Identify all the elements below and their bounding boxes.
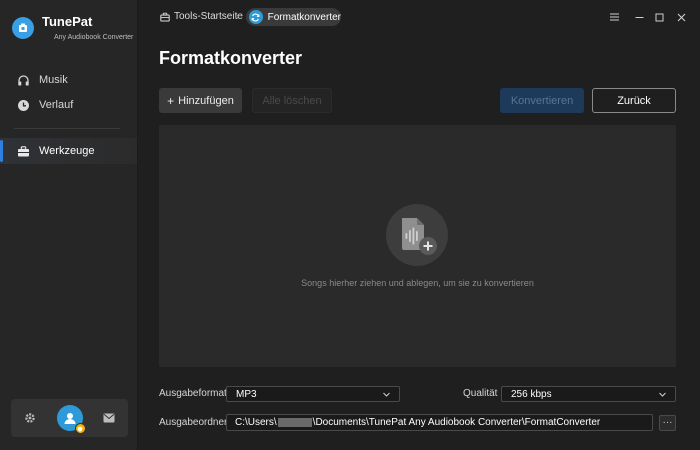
breadcrumb-current: Formatkonverter [246,8,341,26]
output-folder-label: Ausgabeordner [159,417,228,428]
title-bar: Tools-Startseite › Formatkonverter [138,0,700,34]
back-button[interactable]: Zurück [592,88,676,113]
add-button-label: Hinzufügen [178,94,234,107]
chevron-right-icon: › [236,11,240,22]
sidebar-item-werkzeuge[interactable]: Werkzeuge [0,138,137,164]
clock-icon [17,99,30,112]
mail-icon[interactable] [103,413,115,423]
app-name: TunePat [42,14,93,29]
sidebar-item-verlauf[interactable]: Verlauf [0,92,137,118]
output-format-select[interactable]: MP3 [226,386,400,402]
tunepat-logo-icon [12,17,34,39]
output-folder-prefix: C:\Users\ [235,417,277,428]
brand: TunePat Any Audiobook Converter [12,15,133,41]
plus-icon: + [167,93,175,108]
redacted-username [277,418,312,427]
output-folder-field[interactable]: C:\Users\ \Documents\TunePat Any Audiobo… [226,414,653,431]
breadcrumb-current-label: Formatkonverter [267,11,341,23]
chevron-down-icon [382,390,391,399]
breadcrumb-root[interactable]: Tools-Startseite [160,11,243,22]
maximize-icon[interactable] [651,9,667,25]
sidebar: TunePat Any Audiobook Converter Musik Ve… [0,0,138,450]
drop-zone[interactable]: Songs hierher ziehen und ablegen, um sie… [159,125,676,367]
headphones-icon [17,74,30,87]
page-title: Formatkonverter [159,48,303,68]
premium-badge-icon [74,423,86,434]
quality-label: Qualität [463,388,498,399]
browse-folder-button[interactable]: ··· [659,415,676,431]
sidebar-item-label: Musik [39,74,68,86]
sidebar-item-label: Verlauf [39,99,74,111]
add-audio-file-icon [386,204,448,266]
quality-value: 256 kbps [511,388,552,400]
settings-gear-icon[interactable] [24,412,36,424]
output-folder-suffix: \Documents\TunePat Any Audiobook Convert… [312,417,601,428]
breadcrumb-root-label: Tools-Startseite [174,11,243,22]
app-subtitle: Any Audiobook Converter [54,34,134,41]
close-icon[interactable] [673,9,689,25]
sidebar-divider [14,128,120,129]
add-button[interactable]: + Hinzufügen [159,88,242,113]
menu-icon[interactable] [606,9,622,25]
convert-cycle-icon [249,10,263,24]
output-format-label: Ausgabeformat [159,388,227,399]
chevron-down-icon [658,390,667,399]
minimize-icon[interactable] [631,9,647,25]
sidebar-item-label: Werkzeuge [39,145,95,157]
sidebar-item-musik[interactable]: Musik [0,67,137,93]
drop-hint: Songs hierher ziehen und ablegen, um sie… [301,278,534,288]
output-format-value: MP3 [236,388,257,400]
avatar[interactable] [56,405,86,434]
toolbox-icon [17,145,30,158]
sidebar-bottom-bar [11,399,128,437]
quality-select[interactable]: 256 kbps [501,386,676,402]
convert-button[interactable]: Konvertieren [500,88,584,113]
toolbox-icon [160,12,170,22]
delete-all-button[interactable]: Alle löschen [252,88,332,113]
